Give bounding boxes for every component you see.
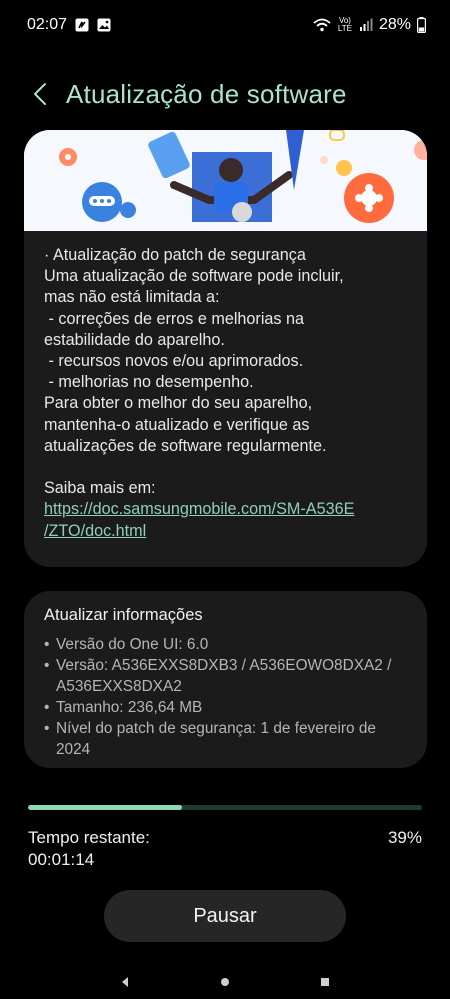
release-notes-card: · Atualização do patch de segurança Uma … [24,130,427,567]
nfc-icon [75,18,89,32]
doc-link-line1[interactable]: https://doc.samsungmobile.com/SM-A536E [44,499,407,520]
back-button[interactable] [20,74,60,114]
notes-line: - correções de erros e melhorias na [44,309,305,328]
notes-line: · Atualização do patch de segurança [44,246,306,264]
status-left: 02:07 [27,16,111,34]
download-progress-bar [28,805,422,810]
page-title: Atualização de software [66,78,347,109]
status-bar: 02:07 Vo) LTE 28% [0,0,450,50]
notes-line: - recursos novos e/ou aprimorados. [44,352,304,371]
info-list: Versão do One UI: 6.0 Versão: A536EXXS8D… [44,634,407,760]
battery-percent: 28% [378,16,411,33]
info-item-patch-level: Nível do patch de segurança: 1 de fevere… [44,718,407,760]
update-info-card: Atualizar informações Versão do One UI: … [24,591,427,768]
pause-button[interactable]: Pausar [104,890,346,942]
notes-line: atualizações de software regularmente. [44,436,327,455]
notes-line: estabilidade do aparelho. [44,330,225,349]
info-item-version: Versão: A536EXXS8DXB3 / A536EOWO8DXA2 / … [44,655,407,697]
back-nav-icon[interactable] [110,967,140,997]
notes-line: Para obter o melhor do seu aparelho, [44,394,313,413]
lte-label: Vo) LTE [337,16,352,33]
signal-icon [359,18,373,32]
home-nav-icon[interactable] [210,967,240,997]
info-item-oneui: Versão do One UI: 6.0 [44,634,407,655]
doc-link-line2[interactable]: /ZTO/doc.html [44,521,407,542]
progress-fill [28,805,182,810]
notes-line: mas não está limitada a: [44,288,220,307]
battery-icon [417,17,426,33]
notes-spacer [44,457,407,478]
progress-percent: 39% [387,828,422,847]
wifi-icon [313,18,331,32]
info-title: Atualizar informações [44,606,203,624]
notes-line: mantenha-o atualizado e verifique as [44,415,310,434]
status-right: Vo) LTE 28% [313,16,426,34]
banner-illustration [24,130,427,231]
more-info-label: Saiba mais em: [44,479,156,498]
remaining-time-value: 00:01:14 [28,850,95,869]
info-item-size: Tamanho: 236,64 MB [44,697,407,718]
status-time: 02:07 [27,16,68,33]
remaining-time-label: Tempo restante: [28,828,150,847]
chevron-left-icon [34,83,46,105]
header: Atualização de software [0,70,450,118]
release-notes-text: · Atualização do patch de segurança Uma … [24,231,427,542]
navigation-bar [0,965,450,999]
notes-line: - melhorias no desempenho. [44,373,254,392]
notes-line: Uma atualização de software pode incluir… [44,267,344,286]
recents-nav-icon[interactable] [310,967,340,997]
gallery-icon [97,18,111,32]
